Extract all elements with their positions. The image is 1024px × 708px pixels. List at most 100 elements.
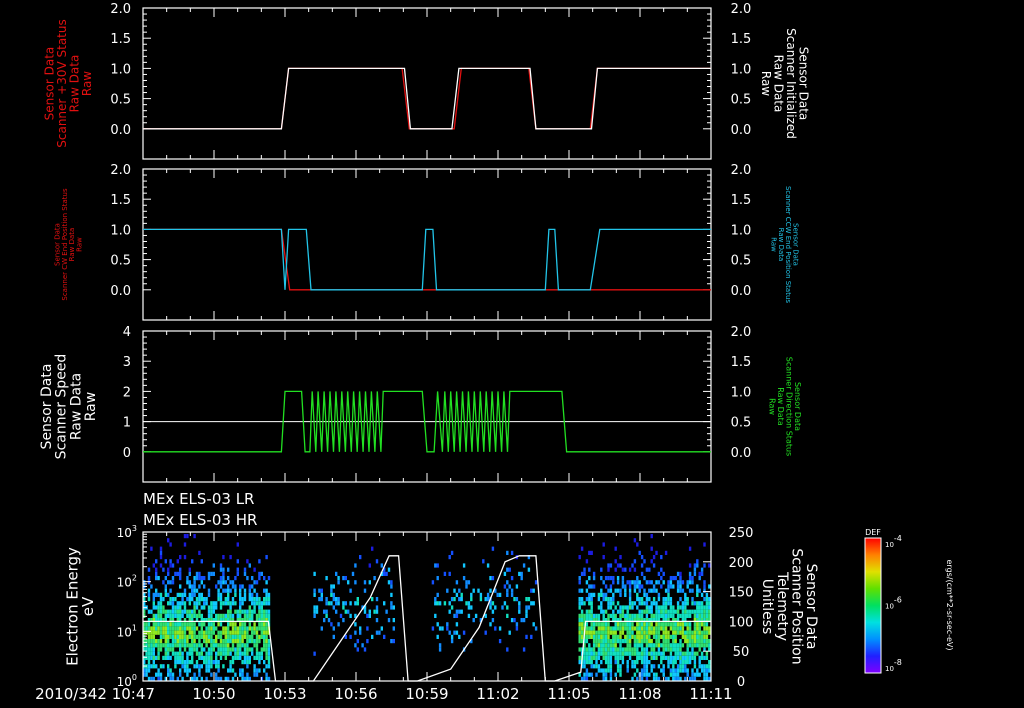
spectrogram-cell [660, 655, 663, 660]
spectrogram-cell [619, 563, 622, 568]
spectrogram-cell [686, 668, 689, 673]
spectrogram-cell [234, 601, 237, 606]
spectrogram-cell [588, 626, 591, 631]
spectrogram-cell [638, 550, 641, 555]
spectrogram-cell [638, 651, 641, 656]
spectrogram-cell [229, 634, 232, 639]
spectrogram-cell [506, 613, 509, 618]
spectrogram-cell [693, 634, 697, 639]
spectrogram-cell [200, 643, 203, 648]
spectrogram-cell [657, 630, 661, 635]
spectrogram-cell [251, 609, 254, 614]
spectrogram-cell [203, 622, 206, 627]
spectrogram-cell [648, 588, 651, 593]
spectrogram-cell [652, 630, 656, 635]
spectrogram-cell [662, 651, 665, 656]
spectrogram-cell [375, 630, 379, 635]
spectrogram-cell [155, 605, 158, 610]
spectrogram-cell [241, 622, 244, 627]
spectrogram-cell [698, 630, 701, 635]
spectrogram-cell [260, 626, 263, 631]
spectrogram-cell [698, 571, 701, 576]
spectrogram-cell [183, 634, 187, 639]
spectrogram-cell [354, 622, 357, 627]
spectrogram-cell [179, 660, 182, 665]
spectrogram-cell [217, 592, 220, 597]
spectrogram-cell [597, 655, 601, 660]
spectrogram-cell [619, 555, 622, 560]
spectrogram-cell [222, 643, 225, 648]
spectrogram-cell [191, 592, 194, 597]
spectrogram-cell [498, 639, 502, 644]
y-tick-label-right: 1.5 [731, 193, 752, 208]
spectrogram-cell [506, 580, 509, 585]
spectrogram-cell [688, 643, 692, 648]
spectrogram-cell [458, 634, 461, 639]
spectrogram-cell [628, 634, 632, 639]
spectrogram-cell [251, 613, 254, 618]
spectrogram-cell [215, 639, 218, 644]
spectrogram-cell [470, 605, 473, 610]
spectrogram-cell [506, 647, 509, 652]
spectrogram-cell [193, 639, 196, 644]
y-tick-label-right: 1.0 [731, 62, 752, 77]
spectrogram-cell [616, 588, 620, 593]
spectrogram-cell [688, 630, 692, 635]
spectrogram-cell [205, 601, 208, 606]
spectrogram-cell [243, 626, 247, 631]
spectrogram-cell [179, 655, 182, 660]
spectrogram-cell [253, 655, 256, 660]
spectrogram-cell [455, 592, 459, 597]
spectrogram-cell [583, 601, 586, 606]
spectrogram-cell [667, 597, 670, 602]
spectrogram-cell [169, 630, 172, 635]
spectrogram-cell [224, 626, 227, 631]
y-tick-label-right: 100 [729, 615, 754, 630]
spectrogram-cell [628, 601, 632, 606]
spectrogram-cell [260, 601, 263, 606]
spectrogram-cell [167, 580, 170, 585]
spectrogram-cell [664, 639, 668, 644]
spectrogram-cell [460, 597, 463, 602]
spectrogram-cell [248, 676, 251, 681]
spectrogram-cell [684, 613, 687, 618]
spectrogram-cell [655, 588, 658, 593]
spectrogram-cell [703, 597, 706, 602]
spectrogram-cell [366, 613, 369, 618]
spectrogram-cell [171, 630, 175, 635]
spectrogram-cell [246, 626, 249, 631]
spectrogram-cell [385, 571, 388, 576]
spectrogram-cell [657, 609, 661, 614]
spectrogram-cell [650, 546, 653, 551]
spectrogram-cell [229, 647, 232, 652]
spectrogram-cell [578, 601, 581, 606]
spectrogram-cell [669, 597, 673, 602]
spectrogram-cell [491, 609, 495, 614]
spectrogram-cell [691, 639, 694, 644]
colorbar-unit-text: ergs/(cm**2-sr-sec-eV) [945, 559, 954, 650]
spectrogram-cell [241, 639, 244, 644]
spectrogram-cell [171, 613, 175, 618]
spectrogram-cell [686, 630, 689, 635]
spectrogram-cell [164, 584, 167, 589]
spectrogram-cell [662, 609, 665, 614]
spectrogram-cell [636, 613, 639, 618]
spectrogram-cell [219, 613, 223, 618]
spectrogram-cell [645, 655, 649, 660]
spectrogram-cell [662, 639, 665, 644]
spectrogram-cell [234, 647, 237, 652]
spectrogram-cell [508, 567, 511, 572]
spectrogram-cell [176, 605, 179, 610]
spectrogram-cell [215, 655, 218, 660]
spectrogram-cell [255, 643, 259, 648]
spectrogram-cell [693, 655, 697, 660]
spectrogram-cell [640, 555, 644, 560]
spectrogram-cell [684, 660, 687, 665]
spectrogram-cell [633, 626, 637, 631]
spectrogram-cell [686, 639, 689, 644]
spectrogram-cell [169, 622, 172, 627]
spectrogram-cell [176, 651, 179, 656]
spectrogram-cell [691, 643, 694, 648]
spectrogram-cell [693, 660, 697, 665]
spectrogram-cell [628, 651, 632, 656]
